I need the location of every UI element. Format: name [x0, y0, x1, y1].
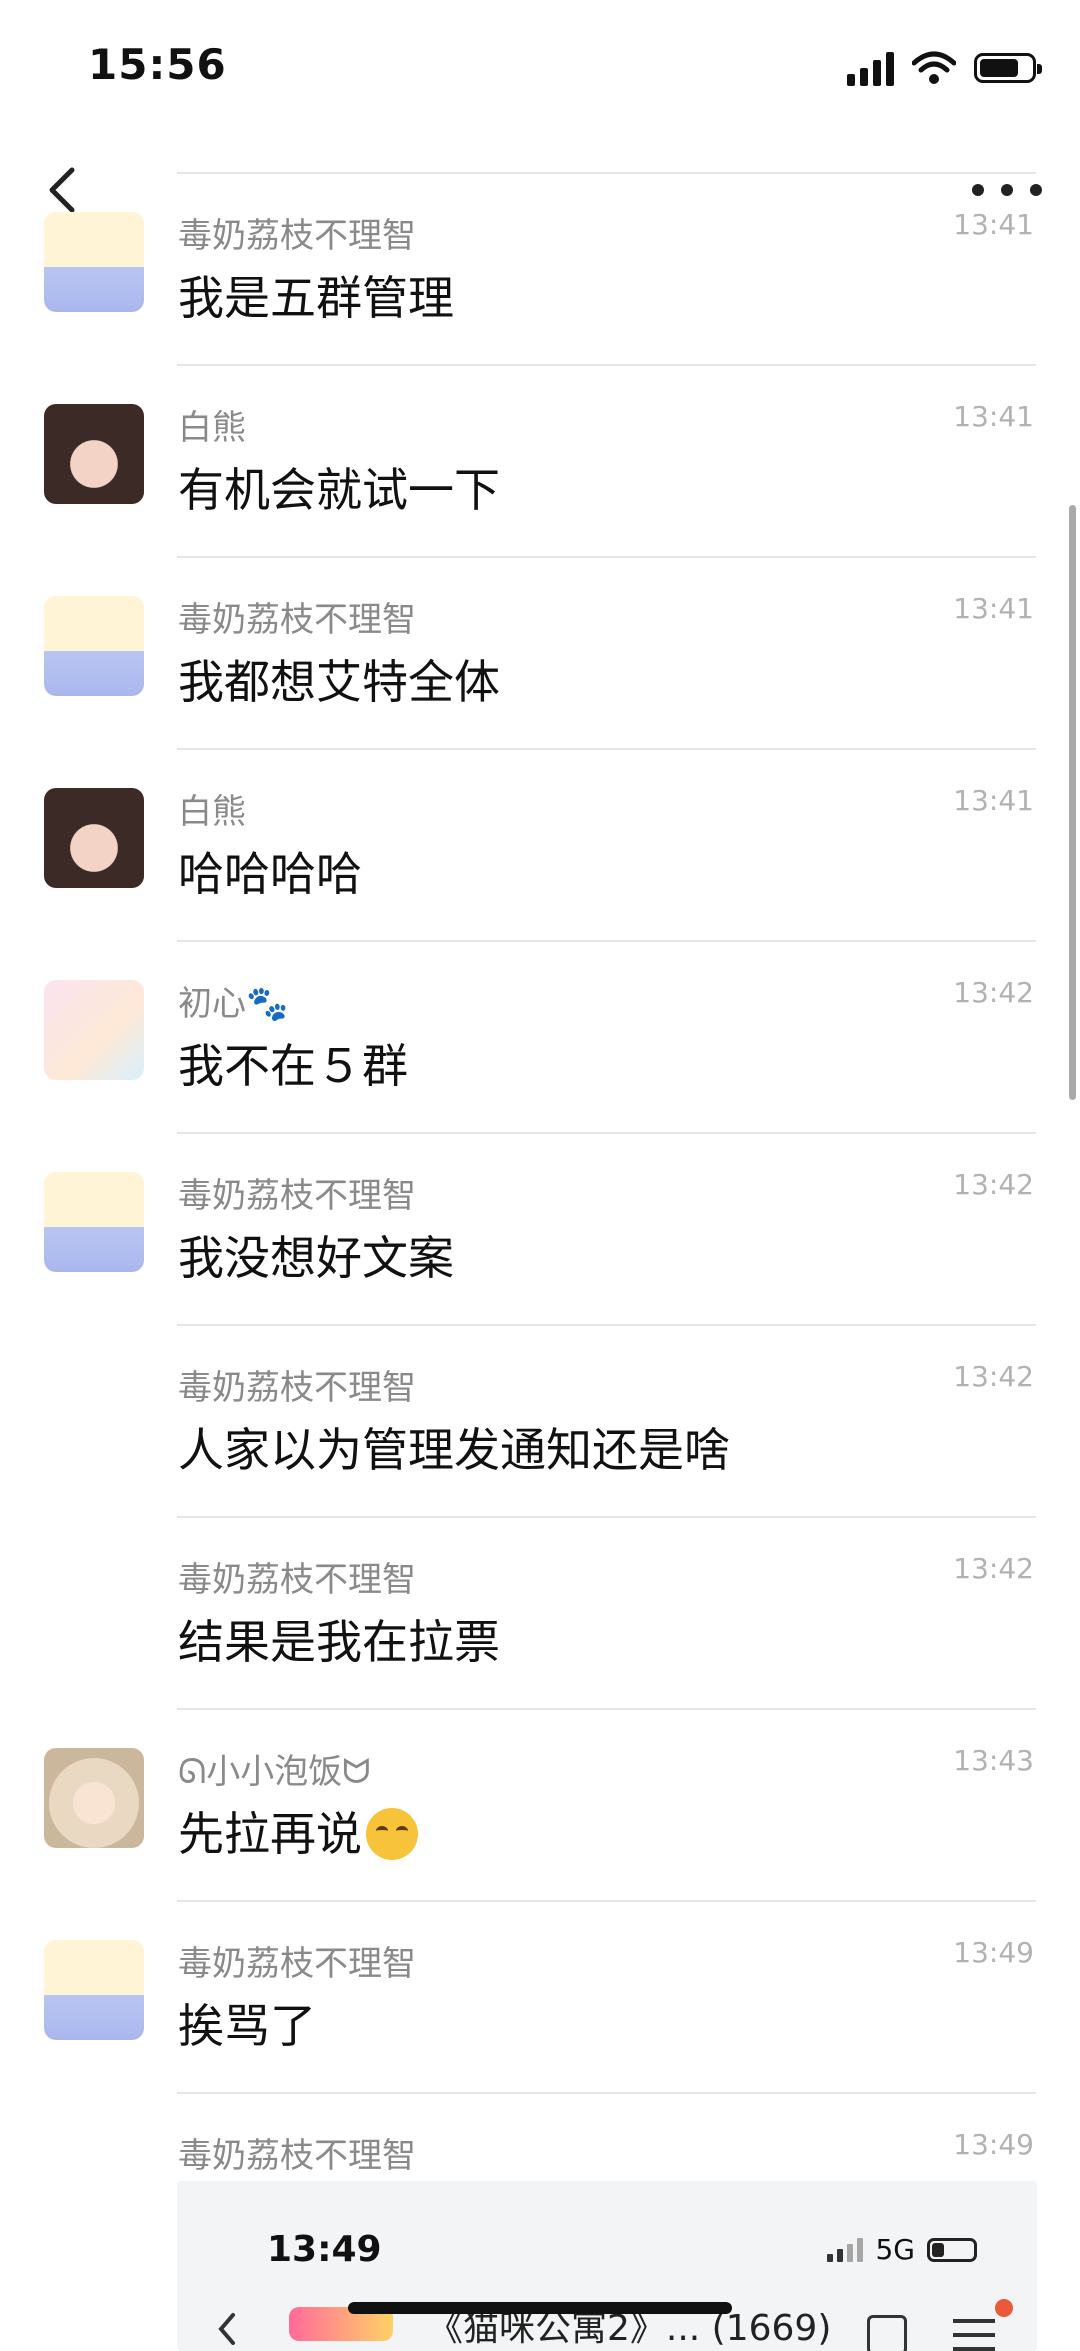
message-time: 13:49 [953, 1936, 1034, 1969]
message-text-container[interactable]: 我是五群管理 [178, 262, 454, 328]
preview-notification-dot [995, 2299, 1013, 2317]
sender-name[interactable]: 初心🐾 [178, 976, 288, 1025]
status-icons [847, 48, 1042, 88]
message-time: 13:42 [953, 1552, 1034, 1585]
message-divider [177, 940, 1036, 942]
wifi-icon [912, 51, 956, 84]
preview-time: 13:49 [267, 2229, 382, 2270]
message-row[interactable]: 毒奶荔枝不理智 13:42 结果是我在拉票 [0, 1516, 1080, 1708]
message-divider [177, 364, 1036, 366]
message-divider [177, 2092, 1036, 2094]
message-row[interactable]: 毒奶荔枝不理智 13:41 我是五群管理 [0, 172, 1080, 364]
thinking-emoji [366, 1808, 418, 1860]
tom-jerry-avatar[interactable] [44, 212, 144, 312]
sender-name[interactable]: 毒奶荔枝不理智 [178, 208, 416, 257]
message-row[interactable]: 白熊 13:41 哈哈哈哈 [0, 748, 1080, 940]
message-row[interactable]: 毒奶荔枝不理智 13:42 我没想好文案 [0, 1132, 1080, 1324]
message-row[interactable]: 毒奶荔枝不理智 13:42 人家以为管理发通知还是啥 [0, 1324, 1080, 1516]
sender-name[interactable]: 毒奶荔枝不理智 [178, 2128, 416, 2177]
tom-jerry-avatar[interactable] [44, 596, 144, 696]
message-text-container[interactable]: 我没想好文案 [178, 1222, 454, 1288]
message-time: 13:41 [953, 592, 1034, 625]
message-text-container[interactable]: 挨骂了 [178, 1990, 316, 2056]
message-divider [177, 1708, 1036, 1710]
preview-calendar-icon [867, 2315, 907, 2351]
message-row[interactable]: ᘏ小小泡饭ᗢ 13:43 先拉再说 [0, 1708, 1080, 1900]
message-divider [177, 556, 1036, 558]
sender-name[interactable]: 白熊 [178, 784, 246, 833]
cartoon-kid-avatar[interactable] [44, 1748, 144, 1848]
cellular-signal-icon [847, 50, 894, 86]
message-text-container[interactable]: 我都想艾特全体 [178, 646, 500, 712]
preview-signal-icon [827, 2237, 864, 2262]
message-text: 我是五群管理 [178, 271, 454, 325]
message-text: 我没想好文案 [178, 1231, 454, 1285]
status-bar: 15:56 [0, 0, 1080, 140]
sender-name[interactable]: 毒奶荔枝不理智 [178, 1936, 416, 1985]
message-text-container[interactable]: 先拉再说 [178, 1798, 418, 1864]
screenshot-image-message[interactable]: 13:49 5G 《猫咪公寓2》... (1669) [177, 2181, 1037, 2351]
message-text: 哈哈哈哈 [178, 847, 362, 901]
message-time: 13:43 [953, 1744, 1034, 1777]
girl-avatar[interactable] [44, 404, 144, 504]
message-text-container[interactable]: 人家以为管理发通知还是啥 [178, 1414, 730, 1480]
preview-menu-icon [953, 2319, 995, 2351]
tom-jerry-avatar[interactable] [44, 1172, 144, 1272]
preview-battery-icon [927, 2237, 977, 2262]
message-time: 13:41 [953, 400, 1034, 433]
sender-name[interactable]: 毒奶荔枝不理智 [178, 592, 416, 641]
message-text-container[interactable]: 我不在５群 [178, 1030, 408, 1096]
message-divider [177, 1132, 1036, 1134]
sender-name[interactable]: 毒奶荔枝不理智 [178, 1360, 416, 1409]
message-row[interactable]: 初心🐾 13:42 我不在５群 [0, 940, 1080, 1132]
message-text: 我都想艾特全体 [178, 655, 500, 709]
message-time: 13:42 [953, 1360, 1034, 1393]
message-time: 13:49 [953, 2128, 1034, 2161]
message-divider [177, 172, 1036, 174]
tom-jerry-avatar[interactable] [44, 1940, 144, 2040]
message-text: 挨骂了 [178, 1999, 316, 2053]
message-row[interactable]: 毒奶荔枝不理智 13:49 挨骂了 [0, 1900, 1080, 2092]
anime-girl-avatar[interactable] [44, 980, 144, 1080]
message-text: 有机会就试一下 [178, 463, 500, 517]
message-divider [177, 1324, 1036, 1326]
preview-network: 5G [875, 2233, 915, 2266]
girl-avatar[interactable] [44, 788, 144, 888]
message-time: 13:41 [953, 208, 1034, 241]
message-time: 13:41 [953, 784, 1034, 817]
message-row[interactable]: 白熊 13:41 有机会就试一下 [0, 364, 1080, 556]
message-time: 13:42 [953, 1168, 1034, 1201]
message-divider [177, 1900, 1036, 1902]
scrollbar[interactable] [1069, 505, 1076, 1100]
preview-back-icon [218, 2313, 235, 2345]
message-text-container[interactable]: 结果是我在拉票 [178, 1606, 500, 1672]
message-row[interactable]: 毒奶荔枝不理智 13:41 我都想艾特全体 [0, 556, 1080, 748]
message-text-container[interactable]: 哈哈哈哈 [178, 838, 362, 904]
message-divider [177, 748, 1036, 750]
sender-name[interactable]: 白熊 [178, 400, 246, 449]
message-text: 先拉再说 [178, 1807, 362, 1861]
sender-name[interactable]: 毒奶荔枝不理智 [178, 1552, 416, 1601]
message-time: 13:42 [953, 976, 1034, 1009]
home-indicator [348, 2302, 732, 2314]
message-divider [177, 1516, 1036, 1518]
status-time: 15:56 [88, 40, 227, 89]
sender-name[interactable]: 毒奶荔枝不理智 [178, 1168, 416, 1217]
battery-icon [974, 53, 1042, 83]
message-text: 结果是我在拉票 [178, 1615, 500, 1669]
message-text-container[interactable]: 有机会就试一下 [178, 454, 500, 520]
sender-name[interactable]: ᘏ小小泡饭ᗢ [178, 1744, 370, 1793]
message-text: 我不在５群 [178, 1039, 408, 1093]
preview-status-icons: 5G [827, 2233, 977, 2266]
message-text: 人家以为管理发通知还是啥 [178, 1423, 730, 1477]
